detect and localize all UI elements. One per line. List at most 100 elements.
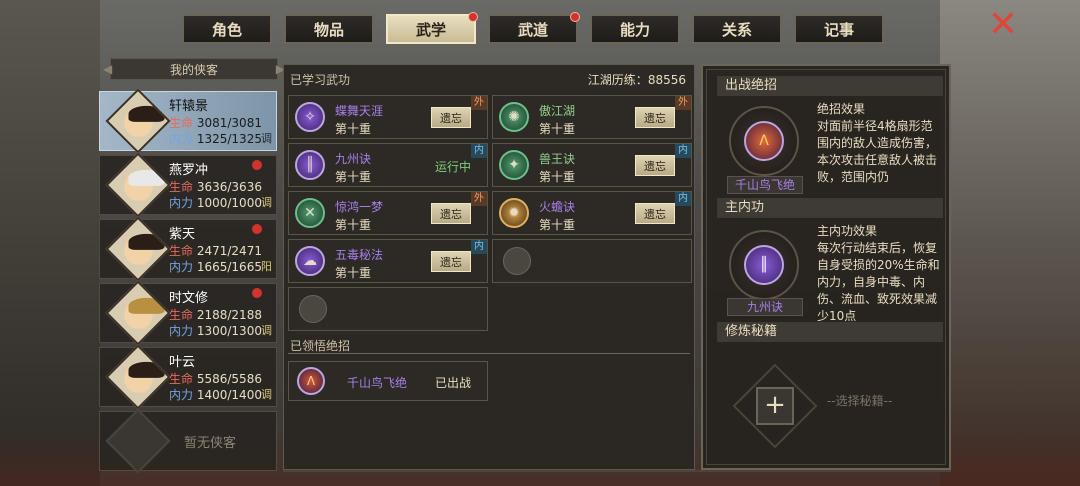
skill-card[interactable]: ✧ 蝶舞天涯 第十重 遗忘 外 [288, 95, 488, 139]
running-status: 运行中 [434, 160, 471, 174]
skill-name: 蝶舞天涯 [335, 104, 384, 118]
avatar [105, 280, 171, 346]
character-mp: 内力 1665/1665 [169, 260, 262, 274]
ultimate-name: 千山鸟飞绝 [347, 376, 408, 390]
alert-dot-icon [570, 12, 580, 22]
character-hp: 生命 3636/3636 [169, 180, 262, 194]
choose-manual-placeholder[interactable]: --选择秘籍-- [827, 392, 892, 409]
bottom-frame [283, 470, 951, 472]
skill-type-badge: 内 [675, 144, 691, 158]
skill-type-badge: 外 [471, 192, 487, 206]
character-tag: 调 [261, 196, 272, 209]
background-left [0, 0, 100, 486]
tab-label: 物品 [313, 20, 344, 39]
left-arrow-icon: ◀ [103, 62, 113, 76]
skill-type-badge: 外 [675, 96, 691, 110]
crossed-blades-skill-icon: ✕ [295, 198, 325, 228]
character-hp: 生命 5586/5586 [169, 372, 262, 386]
character-name: 叶云 [169, 355, 196, 370]
tab-label: 关系 [721, 20, 752, 39]
tab-martial-path[interactable]: 武道 [488, 12, 580, 44]
my-heroes-header: ◀ 我的侠客 ▶ [103, 58, 285, 80]
alert-dot-icon [252, 224, 262, 234]
skill-card[interactable]: ✹ 火蟾诀 第十重 遗忘 内 [492, 191, 692, 235]
character-name: 时文修 [169, 291, 209, 306]
empty-avatar [105, 408, 171, 474]
skill-card[interactable]: ✦ 兽王诀 第十重 遗忘 内 [492, 143, 692, 187]
tab-items[interactable]: 物品 [284, 14, 374, 44]
secret-manual-slot[interactable]: + [732, 363, 818, 449]
character-card[interactable]: 轩辕景 生命 3081/3081 内力 1325/1325 调 [99, 88, 277, 154]
forget-button[interactable]: 遗忘 [635, 203, 675, 224]
character-card[interactable]: 叶云 生命 5586/5586 内力 1400/1400 调 [99, 344, 277, 410]
poison-skill-icon: ☁ [295, 246, 325, 276]
empty-skill-slot[interactable] [492, 239, 692, 283]
avatar [105, 88, 171, 154]
skill-type-badge: 内 [471, 144, 487, 158]
close-icon[interactable]: ✕ [986, 7, 1020, 43]
skill-name: 九州诀 [335, 152, 372, 166]
character-hp: 生命 3081/3081 [169, 116, 262, 130]
background-right [940, 0, 1080, 486]
mountain-bird-icon: ᐱ [744, 121, 784, 161]
character-tag: 调 [261, 388, 272, 401]
character-hp: 生命 2471/2471 [169, 244, 262, 258]
character-name: 紫天 [169, 227, 196, 242]
tab-label: 记事 [823, 20, 854, 39]
skill-card[interactable]: ✕ 惊鸿一梦 第十重 遗忘 外 [288, 191, 488, 235]
tab-abilities[interactable]: 能力 [590, 14, 680, 44]
forget-button[interactable]: 遗忘 [431, 251, 471, 272]
character-card[interactable]: 燕罗冲 生命 3636/3636 内力 1000/1000 调 [99, 152, 277, 218]
skill-name: 火蟾诀 [539, 200, 576, 214]
character-name: 燕罗冲 [169, 163, 209, 178]
skill-name: 傲江湖 [539, 104, 576, 118]
tab-bar: 角色 物品 武学 武道 能力 关系 记事 [182, 12, 884, 44]
inner-skill-name: 九州诀 [727, 298, 803, 316]
pillar-skill-icon: ║ [295, 150, 325, 180]
skill-level: 第十重 [335, 218, 372, 232]
skill-level: 第十重 [335, 266, 372, 280]
skill-card[interactable]: ✺ 傲江湖 第十重 遗忘 外 [492, 95, 692, 139]
add-icon[interactable]: + [756, 387, 794, 425]
skill-type-badge: 外 [471, 96, 487, 110]
my-heroes-label: 我的侠客 [169, 62, 218, 77]
fire-toad-skill-icon: ✹ [499, 198, 529, 228]
tab-journal[interactable]: 记事 [794, 14, 884, 44]
character-mp: 内力 1300/1300 [169, 324, 262, 338]
alert-dot-icon [468, 12, 478, 22]
skill-card[interactable]: ☁ 五毒秘法 第十重 遗忘 内 [288, 239, 488, 283]
forget-button[interactable]: 遗忘 [431, 203, 471, 224]
avatar [105, 344, 171, 410]
skill-name: 兽王诀 [539, 152, 576, 166]
character-card[interactable]: 时文修 生命 2188/2188 内力 1300/1300 调 [99, 280, 277, 346]
character-mp: 内力 1400/1400 [169, 388, 262, 402]
skill-card[interactable]: ║ 九州诀 第十重 运行中 内 [288, 143, 488, 187]
battle-effect-text: 对面前半径4格扇形范围内的敌人造成伤害，本次攻击任意敌人被击败，范围内仍 [817, 119, 938, 184]
alert-dot-icon [252, 160, 262, 170]
tab-label: 角色 [211, 20, 242, 39]
skill-level: 第十重 [539, 170, 576, 184]
divider [288, 353, 690, 354]
empty-skill-slot[interactable] [288, 287, 488, 331]
forget-button[interactable]: 遗忘 [635, 155, 675, 176]
inner-effect-title: 主内功效果 [817, 224, 878, 238]
tab-character[interactable]: 角色 [182, 14, 272, 44]
character-tag: 阳 [261, 260, 272, 273]
beast-skill-icon: ✦ [499, 150, 529, 180]
skill-name: 五毒秘法 [335, 248, 384, 262]
ultimate-card[interactable]: ᐱ 千山鸟飞绝 已出战 [288, 361, 488, 401]
forget-button[interactable]: 遗忘 [635, 107, 675, 128]
character-tag: 调 [261, 132, 272, 145]
tab-martial-arts[interactable]: 武学 [386, 12, 478, 44]
empty-slot-circle [503, 247, 531, 275]
empty-slot-label: 暂无侠客 [184, 436, 237, 451]
battle-ultimate-name: 千山鸟飞绝 [727, 176, 803, 194]
avatar [105, 152, 171, 218]
tab-relations[interactable]: 关系 [692, 14, 782, 44]
forget-button[interactable]: 遗忘 [431, 107, 471, 128]
character-card[interactable]: 紫天 生命 2471/2471 内力 1665/1665 阳 [99, 216, 277, 282]
battle-ultimate-emblem: ᐱ [729, 106, 799, 176]
tab-label: 能力 [619, 20, 650, 39]
inner-effect-text: 每次行动结束后，恢复自身受损的20%生命和内力，自身中毒、内伤、流血、致死效果减… [817, 241, 940, 323]
experience-readout: 江湖历练：88556 [587, 73, 686, 87]
